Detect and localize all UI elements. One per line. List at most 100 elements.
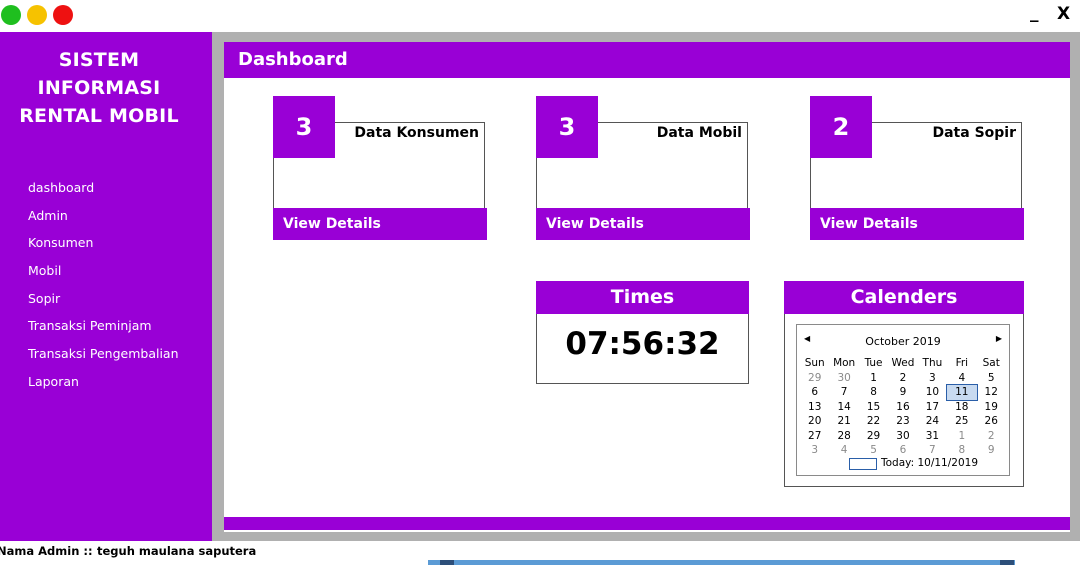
calendar-day[interactable]: 7 — [829, 385, 858, 399]
close-button[interactable]: X — [1057, 4, 1070, 24]
calendar-day[interactable]: 22 — [859, 414, 888, 428]
sidebar-item-dashboard[interactable]: dashboard — [28, 180, 179, 208]
calendar-today-link[interactable]: Today: 10/11/2019 — [881, 457, 978, 469]
calendar-day[interactable]: 3 — [918, 371, 947, 385]
mobil-card-title: Data Mobil — [656, 125, 742, 141]
calendar-day[interactable]: 9 — [977, 443, 1006, 457]
calendar-day[interactable]: 29 — [800, 371, 829, 385]
konsumen-count: 3 — [273, 96, 335, 158]
sidebar-item-mobil[interactable]: Mobil — [28, 263, 179, 291]
title-bar: _ X — [0, 0, 1080, 32]
sopir-card-title: Data Sopir — [932, 125, 1016, 141]
calendar-day[interactable]: 31 — [918, 429, 947, 443]
maximize-traffic-light[interactable] — [1, 5, 21, 25]
sidebar-item-laporan[interactable]: Laporan — [28, 374, 179, 402]
calendar-grid: Sun Mon Tue Wed Thu Fri Sat 29 30 1 2 3 4 5 6 7 8 9 10 11 12… — [800, 356, 1006, 457]
calendar-day[interactable]: 25 — [947, 414, 976, 428]
calendar-day[interactable]: 29 — [859, 429, 888, 443]
calendar-week-row: 27 28 29 30 31 1 2 — [800, 429, 1006, 443]
taskbar-segment — [440, 560, 454, 565]
calendar-day[interactable]: 11 — [946, 384, 978, 401]
calendar-day[interactable]: 30 — [829, 371, 858, 385]
status-bar: Nama Admin :: teguh maulana saputera — [0, 543, 1080, 565]
times-title: Times — [536, 281, 749, 314]
card-konsumen: 3 Data Konsumen View Details — [273, 96, 487, 240]
calendar-week-row: 13 14 15 16 17 18 19 — [800, 400, 1006, 414]
main-frame: Dashboard 3 Data Konsumen View Details 3… — [212, 32, 1080, 541]
weekday-label: Tue — [864, 357, 883, 369]
calendar-day[interactable]: 14 — [829, 400, 858, 414]
calendar-day[interactable]: 7 — [918, 443, 947, 457]
admin-name-value: teguh maulana saputera — [97, 544, 257, 558]
calendar-day[interactable]: 10 — [918, 385, 947, 399]
calendar-day[interactable]: 1 — [947, 429, 976, 443]
calendar-day[interactable]: 18 — [947, 400, 976, 414]
calendar-week-row: 6 7 8 9 10 11 12 — [800, 384, 1006, 401]
calendar-day[interactable]: 19 — [977, 400, 1006, 414]
sidebar-item-transaksi-pengembalian[interactable]: Transaksi Pengembalian — [28, 346, 179, 374]
calendar-day[interactable]: 6 — [888, 443, 917, 457]
clock-display: 07:56:32 — [565, 326, 720, 362]
calendar-day[interactable]: 27 — [800, 429, 829, 443]
weekday-label: Mon — [833, 357, 856, 369]
calendar-week-row: 20 21 22 23 24 25 26 — [800, 414, 1006, 428]
konsumen-view-details-button[interactable]: View Details — [273, 208, 487, 240]
dashboard-panel: Dashboard 3 Data Konsumen View Details 3… — [224, 42, 1070, 532]
minimize-traffic-light[interactable] — [27, 5, 47, 25]
calendar-day[interactable]: 30 — [888, 429, 917, 443]
calendar-day[interactable]: 2 — [977, 429, 1006, 443]
month-calendar: ◀ October 2019 ▶ Sun Mon Tue Wed Thu Fri Sat 29… — [796, 324, 1010, 476]
calendar-weekday-row: Sun Mon Tue Wed Thu Fri Sat — [800, 356, 1006, 371]
sidebar-item-admin[interactable]: Admin — [28, 208, 179, 236]
app-title-line-2: RENTAL MOBIL — [19, 105, 179, 127]
calendar-day[interactable]: 5 — [859, 443, 888, 457]
calendar-day[interactable]: 1 — [859, 371, 888, 385]
calendar-day[interactable]: 9 — [888, 385, 917, 399]
calendar-day[interactable]: 2 — [888, 371, 917, 385]
calendar-day[interactable]: 17 — [918, 400, 947, 414]
konsumen-card-title: Data Konsumen — [354, 125, 479, 141]
calendar-day[interactable]: 15 — [859, 400, 888, 414]
calendar-day[interactable]: 13 — [800, 400, 829, 414]
calendar-week-row: 3456789 — [800, 443, 1006, 457]
calendar-day[interactable]: 16 — [888, 400, 917, 414]
calendar-day[interactable]: 6 — [800, 385, 829, 399]
calendar-day[interactable]: 12 — [977, 385, 1006, 399]
calendar-day[interactable]: 26 — [977, 414, 1006, 428]
calendar-day[interactable]: 4 — [829, 443, 858, 457]
sidebar-item-sopir[interactable]: Sopir — [28, 291, 179, 319]
calendar-day[interactable]: 8 — [859, 385, 888, 399]
dashboard-header: Dashboard — [224, 42, 1070, 78]
calendar-day[interactable]: 28 — [829, 429, 858, 443]
calendar-day[interactable]: 21 — [829, 414, 858, 428]
calendar-panel: Calenders ◀ October 2019 ▶ Sun Mon Tue Wed T… — [784, 281, 1024, 487]
sopir-view-details-button[interactable]: View Details — [810, 208, 1024, 240]
card-sopir: 2 Data Sopir View Details — [810, 96, 1024, 240]
sidebar-item-transaksi-peminjam[interactable]: Transaksi Peminjam — [28, 318, 179, 346]
calendar-day[interactable]: 23 — [888, 414, 917, 428]
calendar-month-label[interactable]: October 2019 — [797, 335, 1009, 348]
mobil-view-details-button[interactable]: View Details — [536, 208, 750, 240]
close-traffic-light[interactable] — [53, 5, 73, 25]
app-title: SISTEM INFORMASI RENTAL MOBIL — [0, 46, 198, 130]
calendar-day[interactable]: 24 — [918, 414, 947, 428]
weekday-label: Thu — [922, 357, 943, 369]
taskbar-strip — [428, 560, 1015, 565]
weekday-label: Sun — [804, 357, 825, 369]
weekday-label: Wed — [891, 357, 915, 369]
calendar-day[interactable]: 5 — [977, 371, 1006, 385]
card-mobil: 3 Data Mobil View Details — [536, 96, 750, 240]
calendar-day[interactable]: 20 — [800, 414, 829, 428]
weekday-label: Sat — [982, 357, 1000, 369]
weekday-label: Fri — [955, 357, 969, 369]
calendar-day[interactable]: 3 — [800, 443, 829, 457]
sidebar-item-konsumen[interactable]: Konsumen — [28, 235, 179, 263]
calendar-day[interactable]: 4 — [947, 371, 976, 385]
minimize-button[interactable]: _ — [1030, 3, 1039, 23]
today-marker — [849, 458, 877, 470]
next-month-arrow-icon[interactable]: ▶ — [996, 334, 1002, 343]
mobil-count: 3 — [536, 96, 598, 158]
dashboard-footer-bar — [224, 517, 1070, 530]
calendar-day[interactable]: 8 — [947, 443, 976, 457]
app-title-line-1: SISTEM INFORMASI — [37, 49, 161, 99]
